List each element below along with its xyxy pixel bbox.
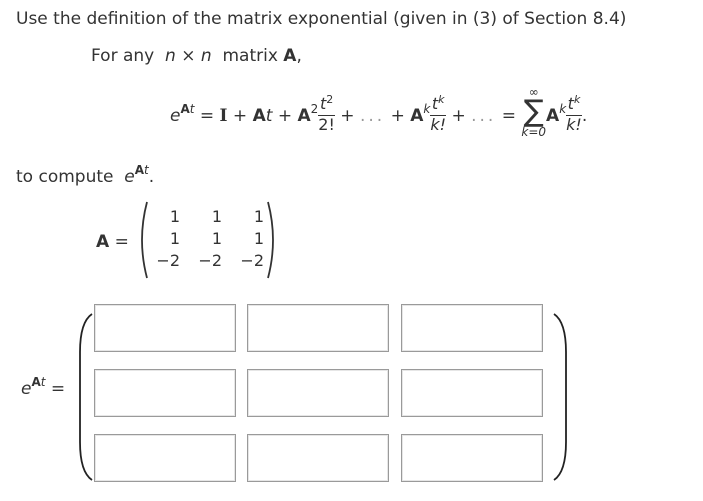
answer-input-r2-c1[interactable] <box>94 369 236 417</box>
sigma-icon: ∑ <box>523 94 544 129</box>
answer-label: eAt = <box>21 375 66 399</box>
times-symbol: × <box>181 46 196 66</box>
A-symbol: A <box>297 106 311 126</box>
comma: , <box>296 46 302 66</box>
matrix-A-cell: −2 <box>198 251 222 270</box>
for-any-line: For any n × n matrix A, <box>91 46 302 66</box>
matrix-A-cell: 1 <box>169 207 180 226</box>
answer-input-r1-c3[interactable] <box>401 304 543 352</box>
for-any-text: For any <box>91 46 155 66</box>
answer-input-r3-c1[interactable] <box>94 434 236 482</box>
A-symbol: A <box>546 106 560 126</box>
matrix-A-cell: −2 <box>156 251 180 270</box>
answer-input-r3-c3[interactable] <box>401 434 543 482</box>
sum-lower: k=0 <box>521 125 547 139</box>
answer-input-r1-c1[interactable] <box>94 304 236 352</box>
plus: + <box>340 106 355 126</box>
exp-k: k <box>559 102 567 116</box>
period: . <box>148 167 155 187</box>
A-symbol: A <box>252 106 266 126</box>
e-symbol: e <box>124 167 135 187</box>
plus: + <box>277 106 293 126</box>
answer-input-r1-c2[interactable] <box>247 304 389 352</box>
n-var: n <box>200 46 212 66</box>
instruction-text: Use the definition of the matrix exponen… <box>16 9 627 29</box>
right-paren-icon <box>267 201 274 279</box>
matrix-word: matrix <box>222 46 278 66</box>
plus: + <box>451 106 466 126</box>
exp-t: t <box>189 102 195 116</box>
plus: + <box>232 106 248 126</box>
n-var: n <box>165 46 176 66</box>
matrix-A-cell: −2 <box>240 251 264 270</box>
fraction-t2-over-2fact: t2 2! <box>318 92 335 134</box>
fraction-tk-over-kfact: tk k! <box>430 92 447 134</box>
matrix-A-symbol: A <box>283 46 297 66</box>
A-symbol: A <box>410 106 424 126</box>
definition-formula: eAt = I + At + A2 t2 2! + ... + Ak tk k! + .… <box>170 86 588 150</box>
left-paren-icon <box>79 313 93 481</box>
t-symbol: t <box>265 106 273 126</box>
equals: = <box>199 106 215 126</box>
matrix-A-cell: 1 <box>169 229 180 248</box>
fraction-tk-over-kfact: tk k! <box>566 92 582 134</box>
matrix-A-cell: 1 <box>211 229 222 248</box>
plus: + <box>390 106 405 126</box>
e-symbol: e <box>170 106 181 126</box>
equals: = <box>501 106 516 126</box>
answer-input-r2-c3[interactable] <box>401 369 543 417</box>
ellipsis: ... <box>359 106 386 126</box>
exp-k: k <box>423 102 431 116</box>
period: . <box>581 106 588 126</box>
matrix-A-cell: 1 <box>211 207 222 226</box>
ellipsis: ... <box>471 106 497 126</box>
matrix-A-cell: 1 <box>253 229 264 248</box>
matrix-A-cell: 1 <box>253 207 264 226</box>
left-paren-icon <box>141 201 148 279</box>
answer-input-r3-c2[interactable] <box>247 434 389 482</box>
exp-A: A <box>180 102 190 116</box>
to-compute-text: to compute <box>16 167 114 187</box>
matrix-A-label: A = <box>96 232 129 252</box>
answer-input-r2-c2[interactable] <box>247 369 389 417</box>
right-paren-icon <box>553 313 567 481</box>
summation: ∞ ∑ k=0 <box>521 86 546 138</box>
to-compute-line: to compute eAt. <box>16 163 155 187</box>
identity-I: I <box>219 106 228 126</box>
exp-2: 2 <box>310 102 319 116</box>
matrix-A: 1 1 1 1 1 1 −2 −2 −2 <box>150 207 270 275</box>
